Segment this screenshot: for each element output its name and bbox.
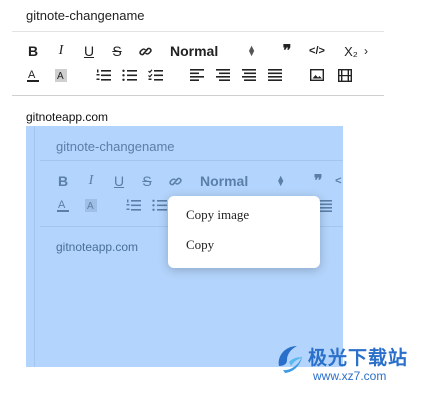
- video-icon[interactable]: [334, 66, 356, 84]
- font-color-icon[interactable]: A: [22, 66, 44, 84]
- image-icon[interactable]: [306, 66, 328, 84]
- svg-text:A: A: [57, 71, 64, 82]
- image-toolbar-row-2: A A: [52, 196, 170, 214]
- image-select-arrows-icon: ▲ ▼: [276, 173, 286, 188]
- image-format-value: Normal: [200, 173, 249, 189]
- more-arrow-icon[interactable]: ›: [364, 44, 368, 58]
- toolbar-row-1: B I U S Normal ▲ ▼ ❞ </> X₂ ›: [22, 42, 368, 60]
- bullet-list-icon[interactable]: [118, 66, 140, 84]
- image-link-icon: [164, 172, 186, 190]
- italic-button[interactable]: I: [50, 42, 72, 60]
- image-highlight-icon: A: [80, 196, 102, 214]
- image-bold-icon: B: [57, 173, 69, 189]
- justify-icon[interactable]: [264, 66, 286, 84]
- note-title[interactable]: gitnote-changename: [26, 8, 145, 23]
- align-right-icon[interactable]: [238, 66, 260, 84]
- format-select[interactable]: Normal ▲ ▼: [170, 43, 256, 59]
- image-title-divider: [40, 160, 343, 161]
- watermark: 极光下载站 www.xz7.com: [275, 340, 425, 390]
- image-strike-icon: S: [142, 173, 152, 189]
- ordered-list-icon[interactable]: [92, 66, 114, 84]
- image-content-text: gitnoteapp.com: [56, 240, 139, 254]
- editor-content-text[interactable]: gitnoteapp.com: [26, 110, 108, 124]
- jiguang-logo-icon: [278, 346, 303, 373]
- blockquote-button[interactable]: ❞: [276, 42, 298, 60]
- image-italic-icon: I: [88, 173, 94, 188]
- format-select-value: Normal: [170, 43, 219, 59]
- image-note-title: gitnote-changename: [56, 139, 175, 154]
- copy-menu-item[interactable]: Copy: [186, 237, 214, 253]
- image-bullet-list-icon: [148, 196, 170, 214]
- svg-text:A: A: [87, 201, 94, 212]
- select-arrows-icon: ▲ ▼: [247, 43, 256, 58]
- bold-button[interactable]: B: [22, 42, 44, 60]
- context-menu: Copy image Copy: [168, 196, 320, 268]
- image-align-icon: [318, 199, 332, 217]
- underline-button[interactable]: U: [78, 42, 100, 60]
- link-icon[interactable]: [134, 42, 156, 60]
- watermark-url: www.xz7.com: [313, 369, 387, 383]
- image-left-line: [34, 126, 35, 367]
- image-underline-icon: U: [113, 173, 125, 189]
- toolbar-row-2: A A: [22, 66, 356, 84]
- code-button[interactable]: </>: [306, 42, 328, 60]
- svg-text:A: A: [58, 199, 66, 211]
- image-quote-icon: ❞: [313, 173, 323, 190]
- watermark-site-name: 极光下载站: [308, 347, 409, 369]
- image-code-icon: <: [335, 175, 342, 187]
- title-divider: [12, 31, 384, 32]
- image-toolbar-row-1: B I U S Normal ▲ ▼ ❞ <: [52, 172, 342, 190]
- toolbar-divider: [12, 95, 384, 96]
- image-font-color-icon: A: [52, 196, 74, 214]
- copy-image-menu-item[interactable]: Copy image: [186, 207, 249, 223]
- check-list-icon[interactable]: [144, 66, 166, 84]
- highlight-icon[interactable]: A: [50, 66, 72, 84]
- align-left-icon[interactable]: [186, 66, 208, 84]
- align-center-icon[interactable]: [212, 66, 234, 84]
- image-ordered-list-icon: [122, 196, 144, 214]
- svg-text:A: A: [28, 69, 36, 81]
- subscript-button[interactable]: X₂: [340, 42, 362, 60]
- strike-button[interactable]: S: [106, 42, 128, 60]
